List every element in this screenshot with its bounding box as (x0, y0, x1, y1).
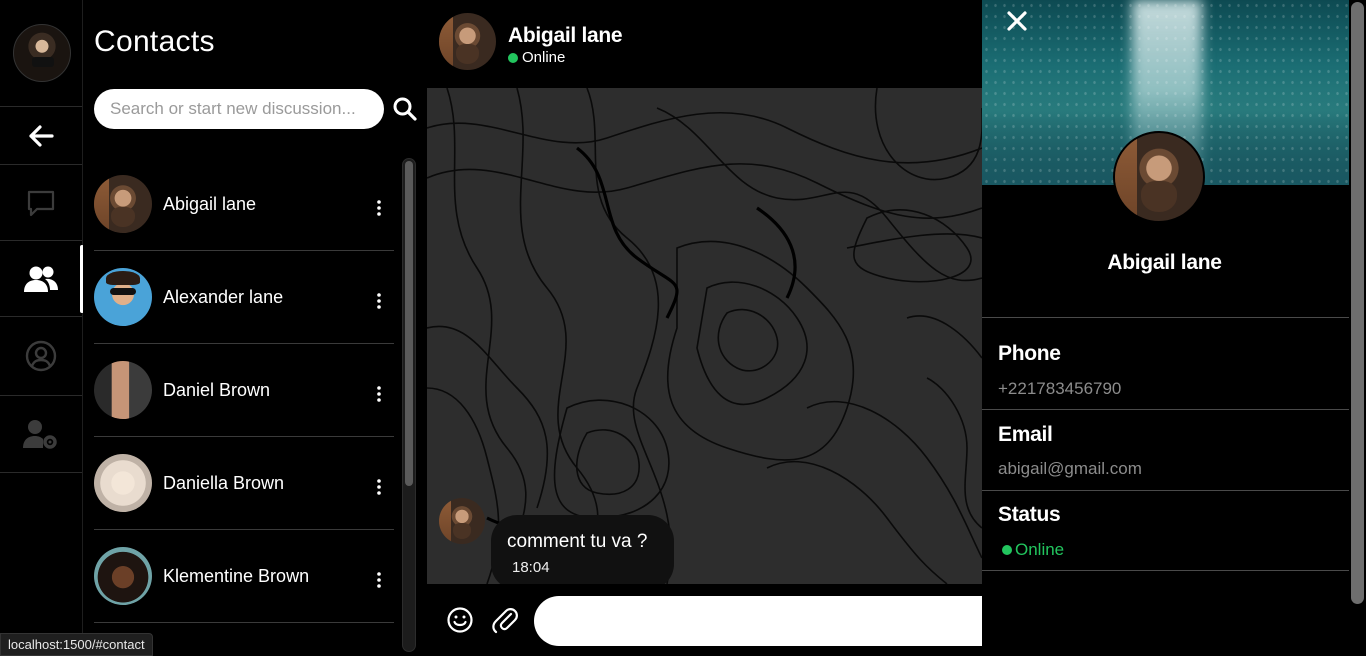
contact-profile-panel: Abigail lane Phone +221783456790 Email a… (982, 0, 1349, 656)
email-value: abigail@gmail.com (998, 459, 1142, 478)
divider (982, 317, 1349, 318)
contact-item[interactable]: Daniel Brown (94, 344, 394, 437)
nav-rail (0, 0, 84, 656)
contact-name: Klementine Brown (163, 565, 310, 586)
contacts-panel: Contacts Abigail lane Alexander lane Dan… (83, 0, 427, 656)
nav-settings[interactable] (0, 396, 82, 472)
status-text: Online (1015, 540, 1065, 559)
chat-panel: Abigail lane Online comment tu va ? 18:0… (427, 0, 994, 656)
contact-item[interactable]: Abigail lane (94, 158, 394, 251)
contact-list: Abigail lane Alexander lane Daniel Brown… (94, 158, 394, 656)
chat-bubble-icon (27, 190, 55, 217)
nav-contacts[interactable] (0, 241, 84, 317)
paperclip-icon[interactable] (491, 606, 519, 634)
divider (982, 490, 1349, 491)
page-title: Contacts (94, 25, 215, 58)
message-row: comment tu va ? 18:04 (439, 498, 674, 584)
nav-profile[interactable] (0, 318, 82, 394)
contact-item[interactable]: Alexander lane (94, 251, 394, 344)
search-icon[interactable] (392, 96, 418, 122)
message-composer: 😀 (427, 584, 994, 656)
online-dot-icon (508, 52, 518, 63)
avatar[interactable] (439, 13, 496, 70)
contacts-scrollbar[interactable] (402, 158, 416, 652)
more-vertical-icon[interactable] (372, 292, 386, 310)
profile-name: Abigail lane (1107, 251, 1222, 274)
more-vertical-icon[interactable] (372, 478, 386, 496)
arrow-left-icon (29, 125, 54, 147)
contact-name: Daniel Brown (163, 379, 271, 400)
more-vertical-icon[interactable] (372, 571, 386, 589)
users-icon (24, 266, 58, 292)
message-time: 18:04 (512, 559, 550, 576)
phone-value: +221783456790 (998, 379, 1122, 398)
browser-status-url: localhost:1500/#contact (0, 633, 153, 656)
phone-label: Phone (998, 342, 1061, 365)
divider (0, 472, 82, 473)
status-text: Online (522, 49, 566, 66)
my-avatar[interactable] (13, 24, 71, 82)
contact-item[interactable]: Klementine Brown (94, 530, 394, 623)
message-bubble[interactable]: comment tu va ? 18:04 (491, 515, 674, 584)
contact-name: Abigail lane (163, 193, 257, 214)
user-circle-icon (25, 340, 57, 372)
chat-contact-name[interactable]: Abigail lane (508, 24, 623, 48)
online-dot-icon (1002, 545, 1012, 555)
divider (982, 570, 1349, 571)
page-scrollbar[interactable] (1349, 0, 1366, 656)
emoji-icon[interactable] (446, 606, 474, 634)
contact-name: Alexander lane (163, 286, 284, 307)
status-value: Online (1002, 540, 1064, 560)
avatar (94, 454, 152, 512)
back-button[interactable] (0, 98, 82, 174)
scrollbar-thumb[interactable] (405, 161, 413, 486)
message-area: comment tu va ? 18:04 (427, 88, 982, 584)
emoji-picker-button[interactable]: 😀 (564, 610, 586, 631)
more-vertical-icon[interactable] (372, 385, 386, 403)
email-label: Email (998, 423, 1053, 446)
divider (982, 409, 1349, 410)
close-icon[interactable] (1004, 8, 1030, 34)
chat-header: Abigail lane Online (427, 0, 982, 88)
avatar (94, 268, 152, 326)
profile-avatar (1113, 131, 1205, 223)
user-gear-icon (23, 420, 57, 449)
avatar (94, 175, 152, 233)
avatar (94, 361, 152, 419)
search-input[interactable] (94, 89, 384, 129)
status-label: Status (998, 503, 1061, 526)
avatar (439, 498, 485, 544)
avatar (94, 547, 152, 605)
nav-chats[interactable] (0, 165, 82, 241)
scrollbar-thumb[interactable] (1351, 2, 1364, 604)
more-vertical-icon[interactable] (372, 199, 386, 217)
chat-contact-status: Online (508, 49, 565, 66)
contact-item[interactable]: Daniella Brown (94, 437, 394, 530)
divider (0, 316, 82, 317)
message-input[interactable]: 😀 (534, 596, 994, 646)
contact-name: Daniella Brown (163, 472, 285, 493)
message-text: comment tu va ? (507, 531, 648, 552)
